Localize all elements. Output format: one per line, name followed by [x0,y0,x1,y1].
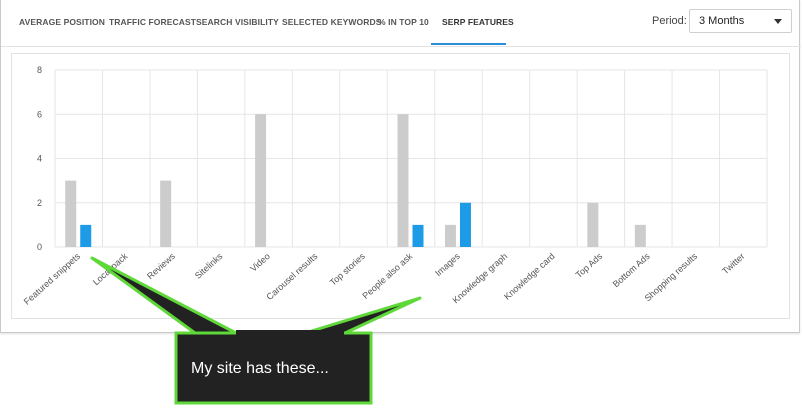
callout-pointer-right [303,296,422,335]
callout-text: My site has these... [191,360,329,377]
callout-pointer-left [90,256,238,335]
annotation-callout [90,256,422,405]
callout-joint [236,330,344,336]
